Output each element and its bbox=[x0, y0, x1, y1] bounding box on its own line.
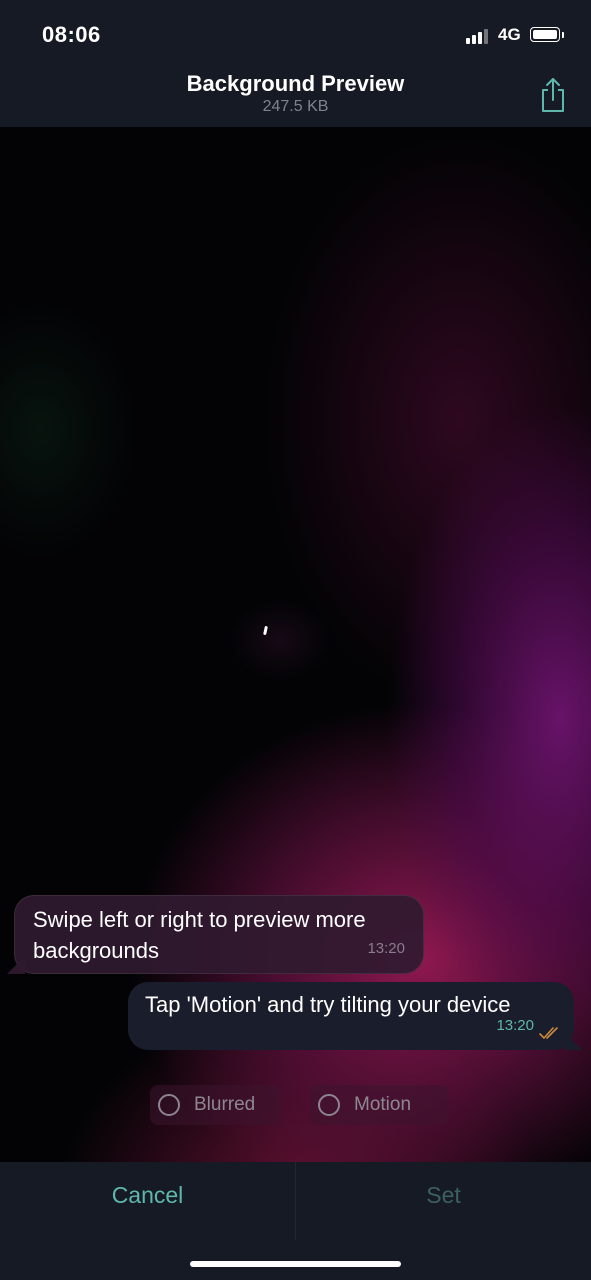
background-preview-screen: 08:06 4G Background Preview 247.5 KB Swi… bbox=[0, 0, 591, 1280]
message-time: 13:20 bbox=[367, 940, 405, 957]
signal-icon bbox=[466, 28, 490, 44]
double-check-icon bbox=[539, 1027, 558, 1039]
status-bar: 08:06 4G bbox=[0, 0, 591, 70]
message-text: Tap 'Motion' and try tilting your device bbox=[145, 992, 511, 1017]
motion-label: Motion bbox=[354, 1094, 412, 1115]
set-button[interactable]: Set bbox=[296, 1182, 591, 1209]
blurred-label: Blurred bbox=[194, 1094, 256, 1115]
home-indicator[interactable] bbox=[190, 1261, 401, 1267]
message-text: Swipe left or right to preview more back… bbox=[33, 907, 366, 963]
navigation-bar: Background Preview 247.5 KB bbox=[0, 70, 591, 127]
outgoing-message: Tap 'Motion' and try tilting your device… bbox=[128, 982, 582, 1050]
motion-toggle[interactable]: Motion bbox=[310, 1085, 449, 1125]
message-time: 13:20 bbox=[496, 1017, 534, 1034]
blurred-toggle[interactable]: Blurred bbox=[150, 1085, 281, 1125]
status-time: 08:06 bbox=[42, 22, 101, 47]
incoming-message: Swipe left or right to preview more back… bbox=[7, 895, 424, 974]
battery-tip bbox=[562, 32, 564, 38]
share-button[interactable] bbox=[536, 76, 570, 114]
radio-circle-icon bbox=[318, 1094, 340, 1116]
share-icon bbox=[542, 78, 564, 112]
page-title: Background Preview bbox=[186, 71, 405, 96]
cancel-button[interactable]: Cancel bbox=[0, 1182, 295, 1209]
loading-spinner bbox=[230, 600, 330, 680]
network-type: 4G bbox=[498, 25, 521, 44]
bottom-action-bar: Cancel Set bbox=[0, 1162, 591, 1280]
file-size: 247.5 KB bbox=[262, 98, 329, 115]
radio-circle-icon bbox=[158, 1094, 180, 1116]
battery-icon bbox=[530, 27, 560, 42]
